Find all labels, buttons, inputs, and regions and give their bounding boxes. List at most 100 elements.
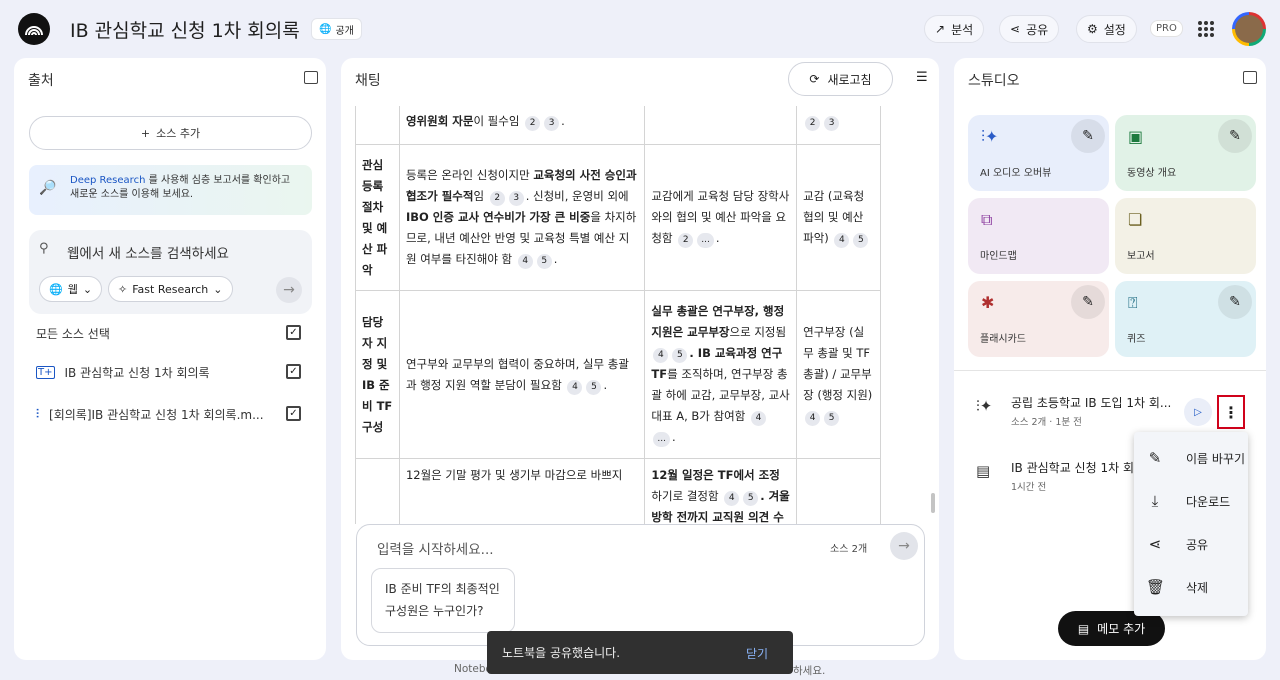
analytics-button[interactable]: ↗ 분석 (924, 15, 985, 43)
send-button[interactable]: → (890, 532, 918, 560)
table-row: 12월은 기말 평가 및 생기부 마감으로 바쁘지 12월 일정은 TF에서 조… (355, 458, 881, 524)
submit-search-button[interactable]: → (276, 277, 302, 303)
citation-chip[interactable]: 5 (672, 348, 688, 363)
snackbar-close-button[interactable]: 닫기 (746, 645, 768, 662)
refresh-button[interactable]: ⟳ 새로고침 (788, 62, 893, 96)
web-dropdown[interactable]: 🌐 웹 ⌄ (39, 276, 103, 302)
citation-chip[interactable]: ... (653, 432, 671, 447)
tile-video-overview[interactable]: ▣ 동영상 개요 ✎ (1115, 115, 1256, 191)
deep-research-banner[interactable]: 🔎 Deep Research 를 사용해 심층 보고서를 확인하고 새로운 소… (29, 165, 312, 215)
tune-icon[interactable]: ☰ (916, 70, 928, 85)
menu-label: 다운로드 (1186, 494, 1231, 509)
more-vert-button[interactable]: ⋮ (1217, 395, 1245, 429)
menu-item-delete[interactable]: 🗑 삭제 (1146, 578, 1208, 596)
add-memo-label: 메모 추가 (1097, 622, 1146, 636)
tile-label: 보고서 (1127, 251, 1155, 262)
citation-chip[interactable]: 3 (824, 116, 840, 131)
cell-text: 를 조직하며, 연구부장 총괄 하에 교감, 교무부장, 교사 대표 A, B가… (651, 367, 790, 423)
citation-chip[interactable]: 4 (724, 491, 740, 506)
tile-label: AI 오디오 오버뷰 (980, 168, 1052, 179)
chat-input[interactable]: 입력을 시작하세요... (377, 538, 494, 558)
cell-text: 으로 지정됨 (729, 325, 787, 339)
deep-text-1: 를 사용해 심층 보고서를 확인하고 (145, 175, 291, 186)
citation-chip[interactable]: 2 (525, 116, 541, 131)
source-item[interactable]: ⫶ [회의록]IB 관심학교 신청 1차 회의록.m... (36, 406, 264, 423)
pencil-icon[interactable]: ✎ (1071, 285, 1105, 319)
cell-text: 영위원회 자문 (405, 114, 474, 128)
citation-chip[interactable]: 2 (678, 233, 694, 248)
citation-chip[interactable]: 4 (834, 233, 850, 248)
pencil-icon[interactable]: ✎ (1218, 285, 1252, 319)
menu-item-share[interactable]: ⋖ 공유 (1146, 535, 1208, 553)
menu-item-download[interactable]: ⤓ 다운로드 (1146, 492, 1231, 510)
citation-chip[interactable]: 3 (508, 191, 524, 206)
menu-label: 삭제 (1186, 580, 1209, 595)
select-all-label: 모든 소스 선택 (36, 327, 110, 341)
pencil-icon[interactable]: ✎ (1218, 119, 1252, 153)
note-add-icon: ▤ (1077, 621, 1090, 636)
citation-chip[interactable]: 5 (536, 254, 552, 269)
tile-label: 마인드맵 (980, 251, 1017, 262)
citation-chip[interactable]: 5 (743, 491, 759, 506)
tile-flashcards[interactable]: ✱ 플래시카드 ✎ (968, 281, 1109, 357)
deep-research-link[interactable]: Deep Research (70, 175, 145, 186)
fast-research-dropdown[interactable]: ✧ Fast Research ⌄ (108, 276, 233, 302)
pencil-icon[interactable]: ✎ (1071, 119, 1105, 153)
chevron-down-icon: ⌄ (82, 282, 93, 296)
visibility-badge[interactable]: 🌐 공개 (311, 18, 362, 40)
source-checkbox[interactable]: ✓ (286, 364, 301, 379)
play-button[interactable]: ▷ (1184, 398, 1212, 426)
settings-button[interactable]: ⚙ 설정 (1076, 15, 1137, 43)
citation-chip[interactable]: ... (697, 233, 714, 248)
add-source-button[interactable]: + 소스 추가 (29, 116, 312, 150)
chat-input-box[interactable]: 입력을 시작하세요... 소스 2개 → IB 준비 TF의 최종적인 구성원은 … (356, 524, 925, 646)
note-icon: ▤ (976, 462, 991, 480)
menu-item-rename[interactable]: ✎ 이름 바꾸기 (1146, 449, 1245, 467)
citation-chip[interactable]: 4 (653, 348, 669, 363)
search-input[interactable]: 웹에서 새 소스를 검색하세요 (67, 242, 229, 262)
collapse-panel-icon[interactable] (1243, 71, 1257, 84)
citation-chip[interactable]: 2 (489, 191, 505, 206)
flashcard-icon: ✱ (981, 293, 995, 312)
trash-icon: 🗑 (1146, 578, 1166, 596)
select-all-checkbox[interactable]: ✓ (286, 325, 301, 340)
cell-text: 교감에게 교육청 담당 장학사와의 협의 및 예산 파악을 요청함 (651, 189, 790, 245)
deep-text-2: 새로운 소스를 이용해 보세요. (70, 189, 194, 200)
citation-chip[interactable]: 4 (567, 379, 583, 395)
source-checkbox[interactable]: ✓ (286, 406, 301, 421)
report-icon: ❏ (1128, 210, 1143, 229)
notebooklm-logo[interactable] (18, 13, 50, 45)
fast-research-label: Fast Research (132, 282, 209, 296)
share-icon: ⋖ (1148, 535, 1162, 553)
search-icon: ⚲ (39, 241, 49, 256)
avatar[interactable] (1232, 12, 1266, 46)
tile-audio-overview[interactable]: ⫶✦ AI 오디오 오버뷰 ✎ (968, 115, 1109, 191)
tile-report[interactable]: ❏ 보고서 (1115, 198, 1256, 274)
citation-chip[interactable]: 2 (805, 116, 821, 131)
web-search-box: ⚲ 웹에서 새 소스를 검색하세요 🌐 웹 ⌄ ✧ Fast Research ⌄ → (29, 230, 312, 314)
source-count: 소스 2개 (830, 544, 868, 555)
share-button[interactable]: ⋖ 공유 (999, 15, 1060, 43)
citation-chip[interactable]: 3 (544, 116, 560, 131)
chat-scroll-area[interactable]: 영위원회 자문이 필수임 23. 23 관심 등록 절차 및 예산 파악 등록은… (355, 106, 915, 524)
citation-chip[interactable]: 5 (824, 411, 840, 426)
collapse-panel-icon[interactable] (304, 71, 318, 84)
add-memo-button[interactable]: ▤ 메모 추가 (1058, 611, 1165, 646)
citation-chip[interactable]: 5 (586, 379, 602, 395)
citation-chip[interactable]: 4 (750, 411, 766, 426)
download-icon: ⤓ (1151, 492, 1159, 510)
note-item[interactable]: ⫶✦ 공립 초등학교 IB 도입 1차 회... 소스 2개 · 1분 전 ▷ … (954, 383, 1266, 433)
suggestion-chip[interactable]: IB 준비 TF의 최종적인 구성원은 누구인가? (371, 568, 515, 633)
note-item[interactable]: ▤ IB 관심학교 신청 1차 회의 1시간 전 (954, 448, 1144, 498)
scrollbar[interactable] (931, 493, 935, 513)
source-item[interactable]: T+ IB 관심학교 신청 1차 회의록 (36, 364, 210, 381)
tile-quiz[interactable]: ⍰ 퀴즈 ✎ (1115, 281, 1256, 357)
citation-chip[interactable]: 4 (805, 411, 821, 426)
notebook-title[interactable]: IB 관심학교 신청 1차 회의록 (70, 16, 300, 43)
cell-text: 담당자 지정 및 IB 준비 TF 구성 (362, 314, 393, 434)
apps-grid-icon[interactable] (1198, 21, 1214, 37)
citation-chip[interactable]: 5 (853, 233, 869, 248)
citation-chip[interactable]: 4 (517, 254, 533, 269)
refresh-label: 새로고침 (827, 72, 872, 87)
tile-mindmap[interactable]: ⧉ 마인드맵 (968, 198, 1109, 274)
